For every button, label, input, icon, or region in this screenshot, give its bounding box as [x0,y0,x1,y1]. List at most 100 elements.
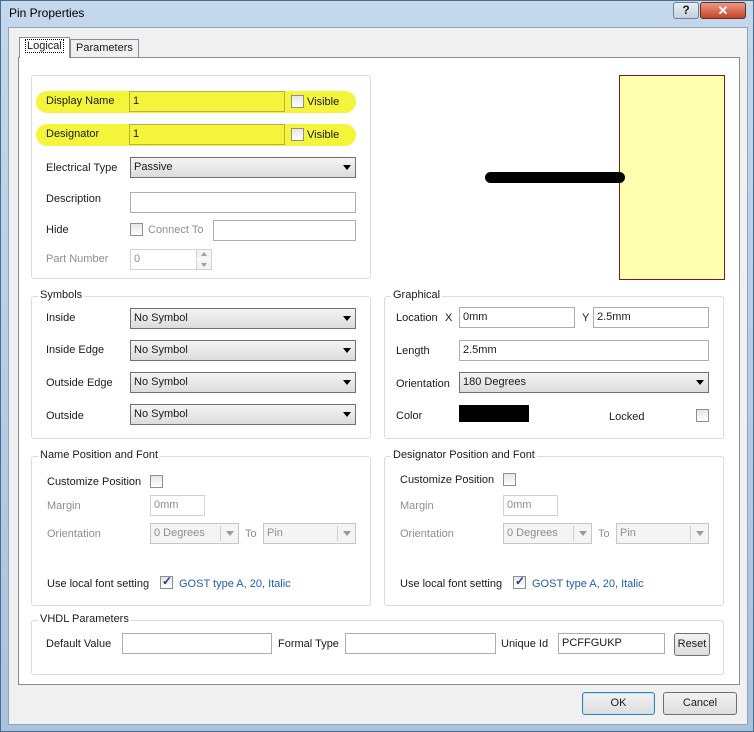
part-number-value: 0 [134,253,141,265]
name-local-font-checkbox[interactable] [160,574,173,589]
display-name-input[interactable]: 1 [129,91,285,112]
display-name-visible-checkbox[interactable] [291,95,304,108]
hide-label: Hide [46,224,69,236]
chevron-down-icon [696,531,704,536]
length-input[interactable]: 2.5mm [459,340,709,361]
designator-customize-checkbox[interactable] [503,473,516,486]
tab-parameters[interactable]: Parameters [70,39,139,58]
orientation-dropdown[interactable]: 180 Degrees [459,372,709,393]
electrical-type-value: Passive [134,161,173,173]
symbol-outside-dropdown[interactable]: No Symbol [130,404,356,425]
spin-up-icon[interactable] [196,250,211,259]
title-bar[interactable]: Pin Properties ? ✕ [1,1,754,27]
dropdown-separator [337,526,338,541]
chevron-down-icon [343,412,351,417]
default-value-input[interactable] [122,633,272,654]
formal-type-input[interactable] [345,633,496,654]
tab-logical-label: Logical [25,39,64,53]
electrical-type-label: Electrical Type [46,162,118,174]
designator-font-title: Designator Position and Font [391,449,537,461]
cancel-button[interactable]: Cancel [663,692,737,715]
symbol-outside-label: Outside [46,410,84,422]
chevron-down-icon [343,531,351,536]
name-font-title: Name Position and Font [38,449,161,461]
symbol-inside-label: Inside [46,312,76,324]
tab-logical[interactable]: Logical [19,37,70,58]
unique-id-input[interactable]: PCFFGUKP [558,633,665,654]
chevron-down-icon [343,380,351,385]
orientation-label: Orientation [396,378,450,390]
help-button[interactable]: ? [673,2,699,19]
color-swatch[interactable] [459,405,529,422]
part-number-spinner[interactable]: 0 [130,249,212,270]
reset-button[interactable]: Reset [674,633,710,656]
description-label: Description [46,193,102,205]
name-to-value: Pin [267,527,283,539]
window-title: Pin Properties [9,6,85,20]
symbol-outside-edge-dropdown[interactable]: No Symbol [130,372,356,393]
close-button[interactable]: ✕ [700,2,746,19]
designator-visible-checkbox[interactable] [291,128,304,141]
hide-checkbox[interactable] [130,223,143,236]
designator-local-font-checkbox[interactable] [513,574,526,589]
designator-margin-label: Margin [400,500,434,512]
designator-margin-input[interactable]: 0mm [503,495,558,516]
symbol-inside-value: No Symbol [134,312,188,324]
name-orientation-dropdown[interactable]: 0 Degrees [150,523,239,544]
dropdown-separator [573,526,574,541]
default-value-label: Default Value [46,638,112,650]
name-orientation-label: Orientation [47,528,101,540]
designator-to-value: Pin [620,527,636,539]
chevron-down-icon [696,380,704,385]
chevron-down-icon [579,531,587,536]
designator-visible-label: Visible [307,129,340,141]
electrical-type-dropdown[interactable]: Passive [130,157,356,178]
locked-checkbox[interactable] [696,409,709,422]
chevron-down-icon [343,348,351,353]
symbol-outside-edge-value: No Symbol [134,376,188,388]
name-local-font-label: Use local font setting [47,578,150,590]
designator-to-dropdown[interactable]: Pin [616,523,709,544]
ok-button[interactable]: OK [582,692,655,715]
designator-font-link[interactable]: GOST type A, 20, Italic [532,578,644,590]
pin-preview-component-body [619,75,725,280]
designator-label: Designator [46,128,100,140]
symbol-outside-edge-label: Outside Edge [46,377,113,389]
symbol-outside-value: No Symbol [134,408,188,420]
designator-orientation-dropdown[interactable]: 0 Degrees [503,523,592,544]
description-input[interactable] [130,192,356,213]
name-font-link[interactable]: GOST type A, 20, Italic [179,578,291,590]
symbol-inside-edge-value: No Symbol [134,344,188,356]
chevron-down-icon [343,165,351,170]
name-to-dropdown[interactable]: Pin [263,523,356,544]
name-margin-input[interactable]: 0mm [150,495,205,516]
name-customize-label: Customize Position [47,476,142,488]
location-x-input[interactable]: 0mm [459,307,575,328]
vhdl-title: VHDL Parameters [38,613,131,625]
designator-local-font-label: Use local font setting [400,578,503,590]
spin-down-icon[interactable] [196,260,211,269]
display-name-visible-label: Visible [307,96,340,108]
color-label: Color [396,410,423,422]
name-to-label: To [245,528,257,540]
connect-to-input[interactable] [213,220,356,241]
location-y-input[interactable]: 2.5mm [593,307,709,328]
name-margin-label: Margin [47,500,81,512]
pin-preview-line [485,172,625,183]
display-name-label: Display Name [46,95,115,107]
designator-orientation-label: Orientation [400,528,454,540]
designator-input[interactable]: 1 [129,124,285,145]
location-x-label: X [445,312,453,324]
designator-customize-label: Customize Position [400,474,495,486]
symbol-inside-dropdown[interactable]: No Symbol [130,308,356,329]
symbol-inside-edge-dropdown[interactable]: No Symbol [130,340,356,361]
location-label: Location [396,312,438,324]
chevron-down-icon [343,316,351,321]
name-customize-checkbox[interactable] [150,475,163,488]
name-orientation-value: 0 Degrees [154,527,205,539]
location-y-label: Y [582,312,590,324]
logical-tab-page: Display Name 1 Visible Designator 1 Visi… [18,57,740,685]
pin-properties-dialog: Pin Properties ? ✕ Logical Parameters Di… [0,0,754,732]
unique-id-label: Unique Id [501,638,549,650]
connect-to-label: Connect To [148,224,204,236]
